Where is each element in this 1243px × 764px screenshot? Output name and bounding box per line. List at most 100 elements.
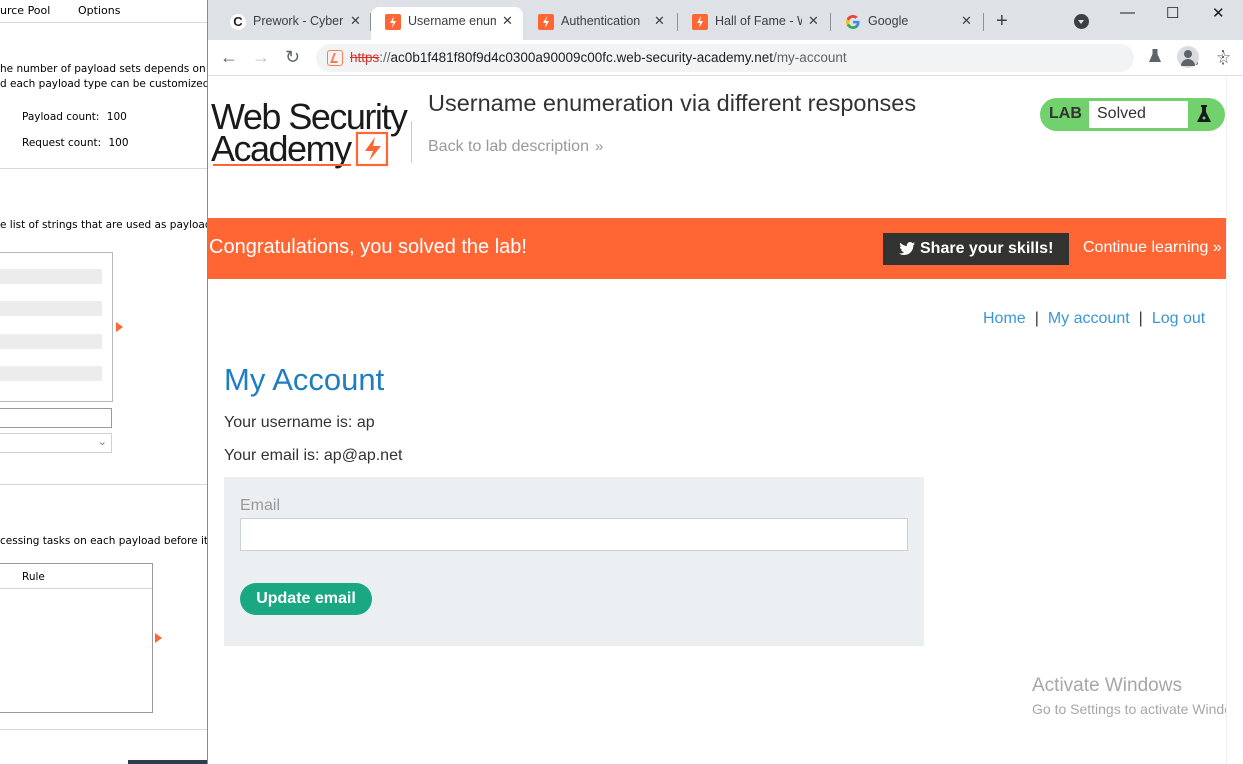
browser-window: C Prework - Cybers ✕ Username enum ✕ Aut… <box>207 0 1243 764</box>
bg-tab-resource-pool[interactable]: urce Pool <box>0 4 50 17</box>
lab-label: LAB <box>1049 105 1082 122</box>
reload-icon[interactable]: ↻ <box>285 47 300 67</box>
lab-status-box: Solved <box>1089 101 1188 128</box>
bg-rule-table[interactable]: Rule <box>0 563 153 713</box>
arrow-right-icon <box>116 322 123 332</box>
bg-request-count-label: Request count: <box>22 137 102 149</box>
lab-title: Username enumeration via different respo… <box>428 90 917 116</box>
lab-status-text: Solved <box>1097 105 1146 122</box>
username-text: Your username is: ap <box>224 414 375 431</box>
tab-title: Prework - Cybers <box>253 14 343 28</box>
url-host: ac0b1f481f80f9d4c0300a90009c00fc.web-sec… <box>390 50 774 65</box>
close-icon[interactable]: ✕ <box>961 13 972 29</box>
tab-strip: C Prework - Cybers ✕ Username enum ✕ Aut… <box>208 0 1243 40</box>
bg-payload-list[interactable] <box>0 252 113 402</box>
background-intruder-panel: urce Pool Options he number of payload s… <box>0 0 207 764</box>
bg-divider <box>0 729 207 730</box>
bolt-icon <box>538 14 554 30</box>
logo-divider <box>411 121 412 163</box>
share-your-skills-button[interactable]: Share your skills! <box>883 233 1069 265</box>
nav-my-account-link[interactable]: My account <box>1048 310 1130 327</box>
nav-log-out-link[interactable]: Log out <box>1152 310 1205 327</box>
bg-payload-count: Payload count: 100 <box>22 111 127 123</box>
bg-divider <box>0 22 207 23</box>
congratulations-message: Congratulations, you solved the lab! <box>209 236 527 258</box>
browser-toolbar: ← → ↻ https://ac0b1f481f80f9d4c0300a9000… <box>208 40 1243 76</box>
bg-payload-count-label: Payload count: <box>22 111 100 123</box>
google-icon <box>845 14 861 30</box>
bg-request-count: Request count: 100 <box>22 137 129 149</box>
tab-title: Hall of Fame - W <box>715 14 802 28</box>
back-arrow-icon[interactable]: ← <box>220 47 238 67</box>
bg-processing-text: cessing tasks on each payload before it … <box>0 535 207 547</box>
tab-google[interactable]: Google ✕ <box>831 7 983 40</box>
close-icon[interactable]: ✕ <box>654 13 665 29</box>
background-tab-strip: urce Pool Options <box>0 0 207 22</box>
nav-home-link[interactable]: Home <box>983 310 1026 327</box>
lab-status-badge: LAB Solved <box>1040 98 1225 131</box>
back-to-lab-description-link[interactable]: Back to lab description » <box>428 138 603 156</box>
url-separator: :// <box>379 50 391 65</box>
c-logo-icon: C <box>230 14 246 30</box>
email-field-label: Email <box>240 497 281 514</box>
minimize-button[interactable]: — <box>1120 4 1135 21</box>
site-security-icon[interactable] <box>327 50 343 66</box>
close-icon[interactable]: ✕ <box>502 13 513 29</box>
forward-arrow-icon[interactable]: → <box>252 47 270 67</box>
arrow-right-icon <box>155 633 162 643</box>
change-email-form: Email Update email <box>224 477 924 646</box>
continue-learning-link[interactable]: Continue learning » <box>1083 239 1222 257</box>
web-security-academy-logo[interactable]: Web Security Academy <box>211 95 411 169</box>
chevron-down-icon: ⌄ <box>97 435 107 448</box>
bg-tab-options[interactable]: Options <box>78 4 120 17</box>
email-text: Your email is: ap@ap.net <box>224 447 403 464</box>
profile-avatar-icon[interactable] <box>1177 46 1199 68</box>
list-item[interactable] <box>0 301 102 316</box>
page-heading: My Account <box>224 362 385 397</box>
list-item[interactable] <box>0 366 102 381</box>
url-scheme: https <box>350 50 380 65</box>
logo-text-academy: Academy <box>211 128 352 169</box>
double-chevron-right-icon: » <box>1212 239 1222 256</box>
congratulations-banner: Congratulations, you solved the lab! Sha… <box>208 218 1226 279</box>
tab-hall-of-fame[interactable]: Hall of Fame - W ✕ <box>678 7 830 40</box>
twitter-icon <box>899 242 915 260</box>
bolt-icon <box>692 14 708 30</box>
bg-divider <box>0 484 207 485</box>
tab-prework[interactable]: C Prework - Cybers ✕ <box>216 7 368 40</box>
tab-username-enumeration[interactable]: Username enum ✕ <box>371 7 523 40</box>
bg-rule-column-header: Rule <box>22 571 45 583</box>
bg-payload-options-text: e list of strings that are used as paylo… <box>0 219 207 231</box>
tab-authentication-labs[interactable]: Authentication la ✕ <box>524 7 676 40</box>
page-scrollbar[interactable] <box>1226 77 1243 764</box>
email-field[interactable] <box>240 518 908 551</box>
maximize-button[interactable]: ☐ <box>1166 4 1179 22</box>
update-email-button[interactable]: Update email <box>240 583 372 615</box>
tab-title: Username enum <box>408 14 496 28</box>
labs-flask-icon[interactable] <box>1148 48 1162 69</box>
page-viewport: Web Security Academy Username enumeratio… <box>208 77 1226 764</box>
bg-add-payload-input[interactable] <box>0 408 112 428</box>
tab-title: Google <box>868 14 909 28</box>
account-nav: Home | My account | Log out <box>983 310 1205 328</box>
activate-windows-subtitle: Go to Settings to activate Windows. <box>1032 701 1226 717</box>
tab-separator <box>983 13 984 31</box>
list-item[interactable] <box>0 269 102 284</box>
bg-payload-count-value: 100 <box>106 111 127 123</box>
close-icon[interactable]: ✕ <box>808 13 819 29</box>
more-menu-icon[interactable]: ⋮ <box>1214 47 1232 67</box>
tab-search-icon[interactable] <box>1074 14 1089 29</box>
nav-separator: | <box>1138 310 1143 327</box>
continue-learning-label: Continue learning <box>1083 239 1209 256</box>
address-bar[interactable]: https://ac0b1f481f80f9d4c0300a90009c00fc… <box>316 44 1231 72</box>
url-path: /my-account <box>773 50 847 65</box>
close-icon[interactable]: ✕ <box>350 13 361 29</box>
nav-separator: | <box>1034 310 1039 327</box>
bg-payload-select[interactable]: ⌄ <box>0 433 112 453</box>
url-text[interactable]: https://ac0b1f481f80f9d4c0300a90009c00fc… <box>350 50 847 65</box>
window-close-button[interactable]: ✕ <box>1212 4 1225 22</box>
list-item[interactable] <box>0 334 102 349</box>
new-tab-button[interactable]: + <box>996 10 1008 33</box>
bg-payload-sets-text: he number of payload sets depends on t <box>0 63 207 75</box>
activate-windows-title: Activate Windows <box>1032 675 1182 696</box>
